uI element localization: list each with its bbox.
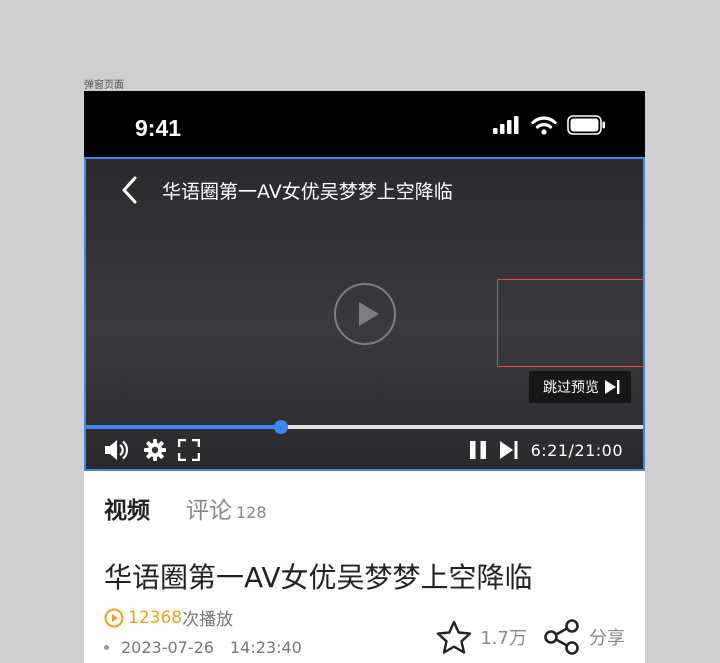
pause-button[interactable] [469, 440, 487, 460]
play-suffix: 次播放 [182, 610, 234, 630]
tab-comments-label: 评论 [186, 498, 232, 524]
pause-icon [469, 441, 486, 459]
status-time: 9:41 [135, 115, 182, 141]
time-total: 21:00 [574, 440, 623, 460]
volume-button[interactable] [104, 439, 130, 461]
video-title-bar: 华语圈第一AV女优吴梦梦上空降临 [86, 159, 643, 221]
next-button[interactable] [499, 440, 519, 460]
settings-icon [144, 439, 166, 461]
fullscreen-icon [178, 439, 200, 461]
skip-icon [605, 380, 620, 394]
content-tabs: 视频 评论 128 [104, 491, 267, 525]
frame-label: 弹窗页面 [84, 80, 124, 91]
player-title: 华语圈第一AV女优吴梦梦上空降临 [162, 180, 453, 203]
share-label: 分享 [589, 628, 625, 649]
back-icon [122, 176, 137, 204]
play-circle-icon [104, 608, 124, 627]
bullet-dot [104, 645, 109, 650]
volume-icon [105, 440, 129, 460]
skip-preview-button[interactable]: 跳过预览 [529, 371, 631, 403]
tab-comments[interactable]: 评论 128 [186, 491, 267, 525]
share-icon [544, 619, 579, 655]
publish-info: 2023-07-26 14:23:40 [104, 638, 302, 657]
time-current: 6:21 [530, 440, 569, 460]
comment-count: 128 [236, 503, 267, 522]
progress-fill [86, 425, 281, 429]
skip-preview-label: 跳过预览 [543, 380, 599, 396]
video-player[interactable]: 华语圈第一AV女优吴梦梦上空降临 跳过预览 6:21/21:00 [84, 157, 645, 471]
share-button[interactable]: 分享 [543, 619, 625, 655]
publish-time: 14:23:40 [229, 638, 302, 657]
back-button[interactable] [116, 175, 142, 205]
status-bar: 9:41 [84, 91, 645, 157]
fullscreen-button[interactable] [178, 439, 200, 461]
publish-date: 2023-07-26 [121, 638, 214, 657]
battery-icon [567, 115, 605, 135]
video-actions: 1.7万 分享 [436, 619, 625, 655]
favorite-count: 1.7万 [480, 628, 527, 649]
signal-icon [493, 116, 519, 134]
play-count: 12368 [128, 607, 183, 628]
settings-button[interactable] [144, 439, 166, 461]
player-controls: 6:21/21:00 [86, 435, 643, 465]
play-stats: 12368 次播放 [104, 605, 233, 630]
status-icons [493, 115, 607, 135]
star-icon [437, 620, 472, 654]
wifi-icon [531, 116, 557, 135]
video-title: 华语圈第一AV女优吴梦梦上空降临 [104, 561, 533, 594]
phone-screen: 9:41 华语圈第一AV女优吴梦梦上空降临 跳过预览 6:21/21:00 视频… [84, 91, 645, 663]
progress-bar[interactable] [86, 420, 643, 434]
next-icon [499, 441, 518, 459]
progress-thumb[interactable] [273, 420, 288, 434]
tab-video[interactable]: 视频 [104, 491, 150, 525]
favorite-button[interactable]: 1.7万 [436, 620, 527, 654]
time-display: 6:21/21:00 [531, 441, 623, 460]
